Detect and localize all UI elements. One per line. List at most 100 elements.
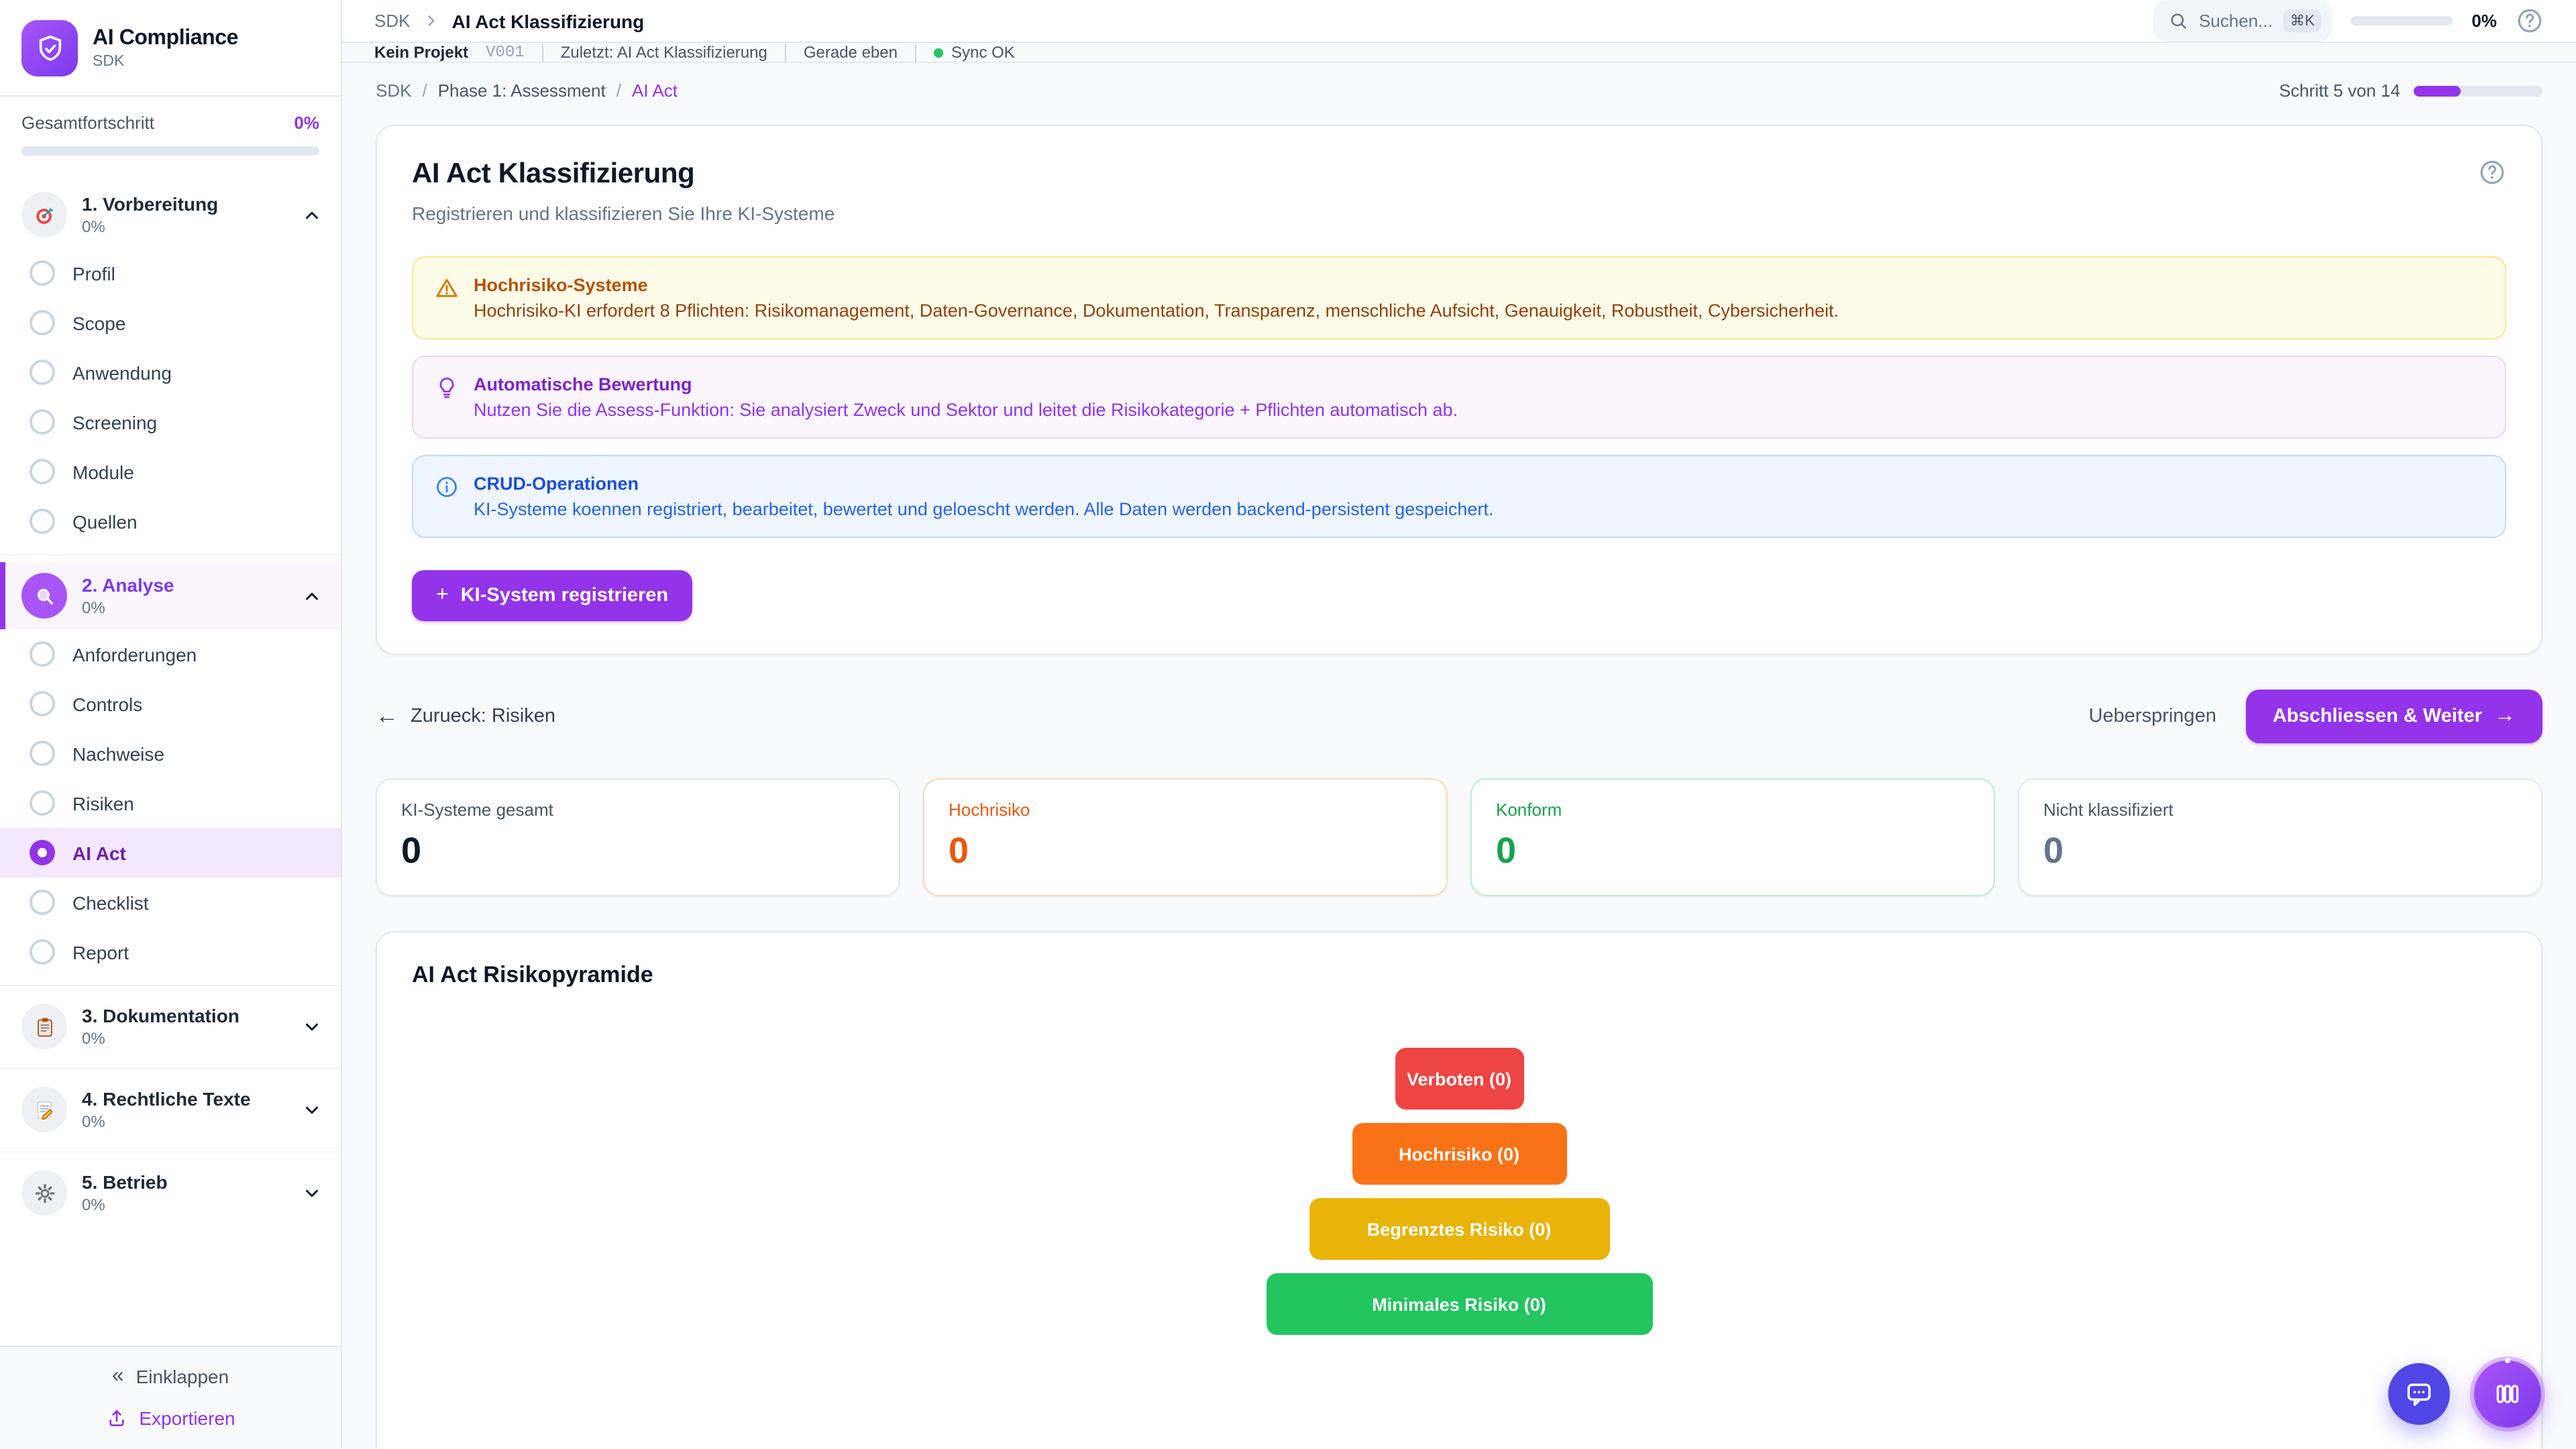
page-title: AI Act Klassifizierung: [412, 158, 694, 191]
stat-label: Nicht klassifiziert: [2043, 800, 2517, 820]
search-icon: [2168, 11, 2188, 31]
sidebar-item-anwendung[interactable]: Anwendung: [0, 347, 341, 397]
sidebar-item-ai-act[interactable]: AI Act: [0, 828, 341, 877]
page-breadcrumb-sdk[interactable]: SDK: [376, 80, 411, 101]
app-title: AI Compliance: [93, 27, 238, 51]
divider: [785, 44, 786, 61]
app-root: AI Compliance SDK Gesamtfortschritt 0%: [0, 0, 2576, 1449]
sidebar-item-screening[interactable]: Screening: [0, 397, 341, 447]
sidebar-section-vorbereitung[interactable]: 1. Vorbereitung 0%: [0, 181, 341, 248]
chevron-down-icon: [302, 1099, 322, 1120]
stat-value: 0: [2043, 830, 2517, 872]
chat-button[interactable]: [2388, 1363, 2450, 1425]
radio-unchecked-icon: [30, 890, 55, 915]
step-progress-track: [2414, 85, 2542, 96]
search-input[interactable]: Suchen... ⌘K: [2153, 0, 2332, 42]
alert-automatische-bewertung: Automatische Bewertung Nutzen Sie die As…: [412, 356, 2506, 439]
step-indicator: Schritt 5 von 14: [2279, 80, 2542, 101]
sidebar-nav: 1. Vorbereitung 0% Profil Scope Anwendun…: [0, 174, 341, 1346]
section-title: 3. Dokumentation: [82, 1005, 287, 1026]
sidebar-group-vorbereitung: 1. Vorbereitung 0% Profil Scope Anwendun…: [0, 174, 341, 554]
sidebar-item-profil[interactable]: Profil: [0, 248, 341, 298]
finish-and-next-button[interactable]: Abschliessen & Weiter →: [2246, 690, 2542, 743]
alert-body: Hochrisiko-KI erfordert 8 Pflichten: Ris…: [474, 301, 1839, 321]
stat-value: 0: [401, 830, 875, 872]
back-button[interactable]: ← Zurueck: Risiken: [376, 703, 555, 730]
section-title: 4. Rechtliche Texte: [82, 1088, 287, 1110]
stat-ki-systeme-gesamt: KI-Systeme gesamt 0: [376, 778, 900, 896]
section-progress: 0%: [82, 1029, 287, 1048]
section-title: 2. Analyse: [82, 574, 287, 596]
stat-hochrisiko: Hochrisiko 0: [923, 778, 1448, 896]
pyramid-title: AI Act Risikopyramide: [412, 962, 2506, 989]
board-columns-button[interactable]: [2474, 1360, 2541, 1428]
pyramid-level-hochrisiko: Hochrisiko (0): [1352, 1123, 1566, 1185]
top-bar: SDK AI Act Klassifizierung Suchen... ⌘K: [342, 0, 2576, 43]
breadcrumb-root-sdk[interactable]: SDK: [374, 11, 410, 31]
sidebar-item-risiken[interactable]: Risiken: [0, 778, 341, 828]
sidebar-item-report[interactable]: Report: [0, 927, 341, 977]
sidebar-section-rechtliche-texte[interactable]: 4. Rechtliche Texte 0%: [0, 1076, 341, 1143]
alert-title: Automatische Bewertung: [474, 374, 1458, 394]
main-area: SDK AI Act Klassifizierung Suchen... ⌘K: [342, 0, 2576, 1449]
sidebar-section-dokumentation[interactable]: 3. Dokumentation 0%: [0, 993, 341, 1060]
page-subtitle: Registrieren und klassifizieren Sie Ihre…: [412, 203, 2506, 224]
floating-action-buttons: [2388, 1360, 2541, 1428]
stat-cards: KI-Systeme gesamt 0 Hochrisiko 0 Konform…: [376, 778, 2542, 896]
stat-nicht-klassifiziert: Nicht klassifiziert 0: [2018, 778, 2542, 896]
register-ki-system-button[interactable]: + KI-System registrieren: [412, 570, 692, 621]
radio-unchecked-icon: [30, 360, 55, 385]
arrow-right-icon: →: [2494, 704, 2516, 729]
radio-unchecked-icon: [30, 641, 55, 667]
overall-progress-track: [21, 146, 319, 156]
section-title: 1. Vorbereitung: [82, 193, 287, 215]
step-label: Schritt 5 von 14: [2279, 80, 2400, 101]
project-name: Kein Projekt: [374, 43, 468, 62]
help-icon[interactable]: [2478, 158, 2506, 186]
radio-checked-icon: [30, 840, 55, 865]
radio-unchecked-icon: [30, 260, 55, 286]
radio-unchecked-icon: [30, 409, 55, 435]
collapse-sidebar-button[interactable]: « Einklappen: [21, 1364, 319, 1389]
topbar-right: Suchen... ⌘K 0%: [2153, 0, 2544, 42]
sync-ok-dot-icon: [934, 48, 943, 57]
sidebar-item-nachweise[interactable]: Nachweise: [0, 729, 341, 778]
section-progress: 0%: [82, 1112, 287, 1131]
alerts: Hochrisiko-Systeme Hochrisiko-KI erforde…: [412, 256, 2506, 538]
sidebar-item-module[interactable]: Module: [0, 447, 341, 496]
sidebar-item-checklist[interactable]: Checklist: [0, 877, 341, 927]
radio-unchecked-icon: [30, 691, 55, 716]
overall-progress: Gesamtfortschritt 0%: [0, 97, 341, 174]
page-breadcrumb-phase[interactable]: Phase 1: Assessment: [438, 80, 606, 101]
stat-label: KI-Systeme gesamt: [401, 800, 875, 820]
stat-konform: Konform 0: [1470, 778, 1995, 896]
risk-pyramid-card: AI Act Risikopyramide Verboten (0) Hochr…: [376, 931, 2542, 1449]
stat-value: 0: [949, 830, 1422, 872]
sidebar-section-analyse[interactable]: 2. Analyse 0%: [0, 562, 341, 629]
warning-triangle-icon: [435, 276, 459, 301]
radio-unchecked-icon: [30, 310, 55, 335]
wizard-navigation: ← Zurueck: Risiken Ueberspringen Abschli…: [376, 690, 2542, 743]
sidebar-item-scope[interactable]: Scope: [0, 298, 341, 347]
pyramid-level-minimales-risiko: Minimales Risiko (0): [1266, 1273, 1652, 1335]
sync-status: Sync OK: [934, 43, 1015, 62]
sidebar-item-controls[interactable]: Controls: [0, 679, 341, 729]
page-header-row: SDK / Phase 1: Assessment / AI Act Schri…: [376, 80, 2542, 101]
radio-unchecked-icon: [30, 459, 55, 484]
risk-pyramid: Verboten (0) Hochrisiko (0) Begrenztes R…: [412, 1048, 2506, 1335]
shield-check-logo-icon: [21, 20, 78, 76]
sidebar-item-quellen[interactable]: Quellen: [0, 496, 341, 546]
search-placeholder: Suchen...: [2199, 11, 2273, 31]
skip-button[interactable]: Ueberspringen: [2089, 706, 2216, 727]
ai-act-card: AI Act Klassifizierung Registrieren und …: [376, 125, 2542, 655]
radio-unchecked-icon: [30, 741, 55, 766]
sync-label: Sync OK: [951, 43, 1015, 62]
sidebar-item-anforderungen[interactable]: Anforderungen: [0, 629, 341, 679]
export-button[interactable]: Exportieren: [21, 1407, 319, 1429]
sidebar-section-betrieb[interactable]: 5. Betrieb 0%: [0, 1159, 341, 1226]
alert-crud-operationen: CRUD-Operationen KI-Systeme koennen regi…: [412, 455, 2506, 538]
sidebar-header: AI Compliance SDK: [0, 0, 341, 97]
help-icon[interactable]: [2516, 7, 2544, 35]
app-subtitle: SDK: [93, 54, 238, 70]
chevron-up-icon: [302, 205, 322, 225]
